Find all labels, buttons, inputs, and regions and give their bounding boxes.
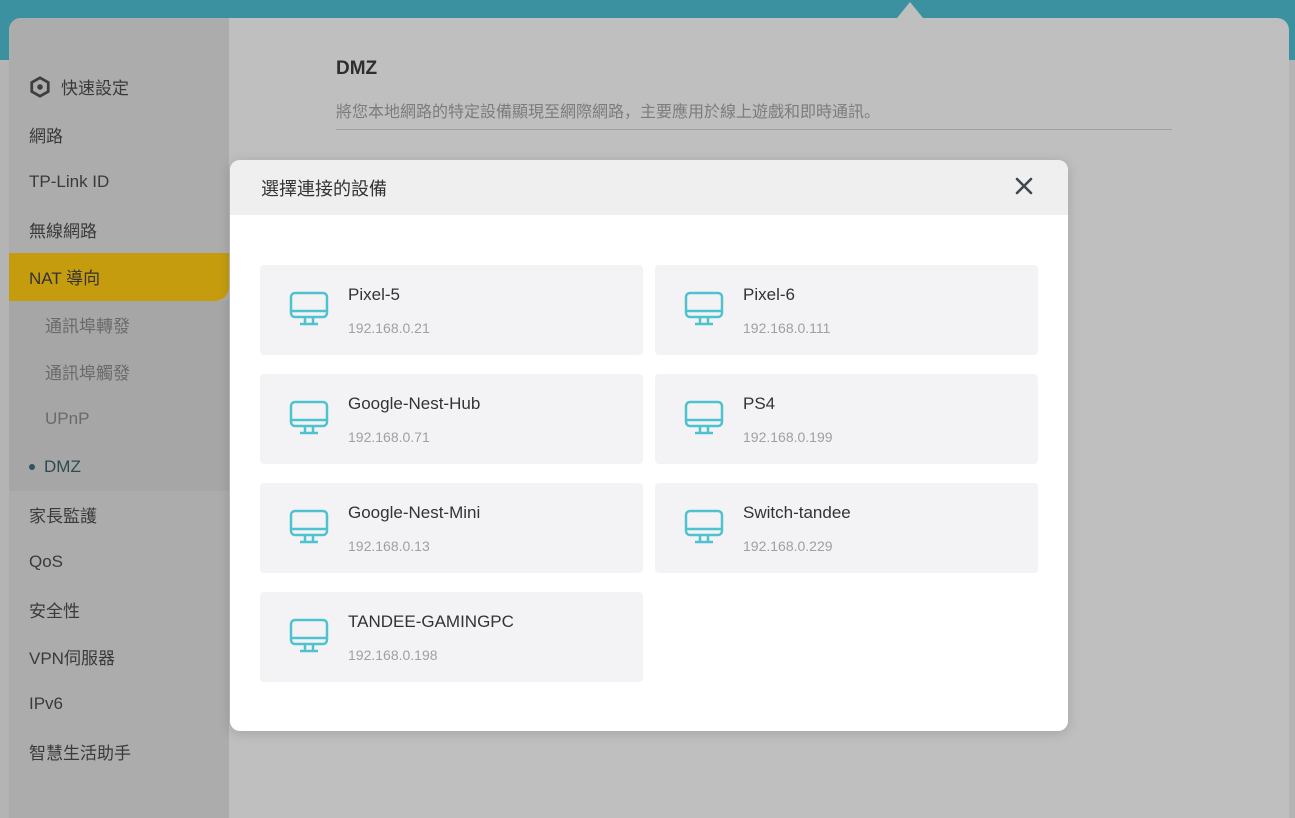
nat-submenu: 通訊埠轉發 通訊埠觸發 UPnP DMZ	[9, 300, 229, 491]
sidebar-item-port-triggering[interactable]: 通訊埠觸發	[9, 348, 229, 396]
device-card[interactable]: TANDEE-GAMINGPC 192.168.0.198	[260, 592, 643, 682]
device-name: Pixel-6	[743, 285, 795, 304]
device-ip: 192.168.0.111	[743, 320, 831, 336]
monitor-icon	[289, 618, 329, 653]
sidebar-item-smart-life[interactable]: 智慧生活助手	[9, 728, 229, 776]
sidebar-item-wireless[interactable]: 無線網路	[9, 206, 229, 254]
sidebar-item-label: VPN伺服器	[29, 649, 115, 669]
sidebar-item-port-forwarding[interactable]: 通訊埠轉發	[9, 301, 229, 349]
device-ip: 192.168.0.71	[348, 429, 430, 445]
device-ip: 192.168.0.229	[743, 538, 833, 554]
sidebar-item-label: DMZ	[44, 456, 81, 476]
menu-pointer	[897, 2, 923, 18]
sidebar-item-dmz[interactable]: DMZ	[9, 443, 229, 491]
monitor-icon	[289, 509, 329, 544]
sidebar-item-label: 通訊埠轉發	[45, 316, 130, 336]
device-ip: 192.168.0.21	[348, 320, 430, 336]
sidebar-item-network[interactable]: 網路	[9, 111, 229, 159]
select-device-modal: 選擇連接的設備 Pixel-5 192.168.0.21 Pixel-6 192.16…	[230, 160, 1068, 731]
sidebar-item-label: 快速設定	[61, 79, 129, 99]
device-card[interactable]: Switch-tandee 192.168.0.229	[655, 483, 1038, 573]
sidebar-nav: 快速設定 網路 TP-Link ID 無線網路 NAT 導向 通訊埠轉發 通訊埠…	[9, 63, 229, 776]
sidebar-item-label: UPnP	[45, 409, 90, 429]
gear-icon	[30, 76, 50, 98]
sidebar-item-label: IPv6	[29, 694, 64, 714]
device-name: Google-Nest-Hub	[348, 394, 481, 413]
sidebar-item-parental-controls[interactable]: 家長監護	[9, 491, 229, 539]
sidebar-item-qos[interactable]: QoS	[9, 538, 229, 586]
sidebar-item-vpn-server[interactable]: VPN伺服器	[9, 633, 229, 681]
sidebar-item-label: 家長監護	[29, 506, 97, 526]
sidebar-item-label: 安全性	[29, 601, 80, 621]
sidebar: 快速設定 網路 TP-Link ID 無線網路 NAT 導向 通訊埠轉發 通訊埠…	[9, 18, 229, 818]
sidebar-item-label: QoS	[29, 551, 64, 571]
monitor-icon	[289, 291, 329, 326]
device-name: PS4	[743, 394, 776, 413]
device-ip: 192.168.0.13	[348, 538, 430, 554]
device-name: Pixel-5	[348, 285, 400, 304]
device-ip: 192.168.0.198	[348, 647, 438, 663]
close-icon[interactable]	[1012, 174, 1036, 198]
page-title: DMZ	[336, 58, 378, 79]
monitor-icon	[289, 400, 329, 435]
divider	[336, 129, 1172, 130]
sidebar-item-label: TP-Link ID	[29, 171, 110, 191]
monitor-icon	[684, 291, 724, 326]
sidebar-item-quick-setup[interactable]: 快速設定	[9, 63, 229, 111]
sidebar-item-tplink-id[interactable]: TP-Link ID	[9, 158, 229, 206]
sidebar-item-label: 無線網路	[29, 221, 97, 241]
device-card[interactable]: PS4 192.168.0.199	[655, 374, 1038, 464]
sidebar-item-label: 通訊埠觸發	[45, 364, 130, 384]
sidebar-item-security[interactable]: 安全性	[9, 586, 229, 634]
sidebar-item-label: NAT 導向	[29, 269, 101, 289]
device-name: Switch-tandee	[743, 503, 851, 522]
device-card[interactable]: Pixel-5 192.168.0.21	[260, 265, 643, 355]
sidebar-item-nat[interactable]: NAT 導向	[9, 253, 229, 301]
device-name: Google-Nest-Mini	[348, 503, 481, 522]
sidebar-item-upnp[interactable]: UPnP	[9, 396, 229, 444]
device-card[interactable]: Google-Nest-Mini 192.168.0.13	[260, 483, 643, 573]
modal-title: 選擇連接的設備	[261, 178, 387, 199]
current-dot-icon	[29, 463, 35, 470]
monitor-icon	[684, 509, 724, 544]
device-ip: 192.168.0.199	[743, 429, 833, 445]
monitor-icon	[684, 400, 724, 435]
device-list: Pixel-5 192.168.0.21 Pixel-6 192.168.0.111 G…	[260, 265, 1038, 682]
device-name: TANDEE-GAMINGPC	[348, 612, 514, 631]
device-card[interactable]: Google-Nest-Hub 192.168.0.71	[260, 374, 643, 464]
device-card[interactable]: Pixel-6 192.168.0.111	[655, 265, 1038, 355]
page-description: 將您本地網路的特定設備顯現至網際網路，主要應用於線上遊戲和即時通訊。	[336, 104, 881, 121]
sidebar-item-label: 網路	[29, 126, 63, 146]
sidebar-item-ipv6[interactable]: IPv6	[9, 681, 229, 729]
modal-header: 選擇連接的設備	[230, 160, 1068, 215]
sidebar-item-label: 智慧生活助手	[29, 744, 131, 764]
